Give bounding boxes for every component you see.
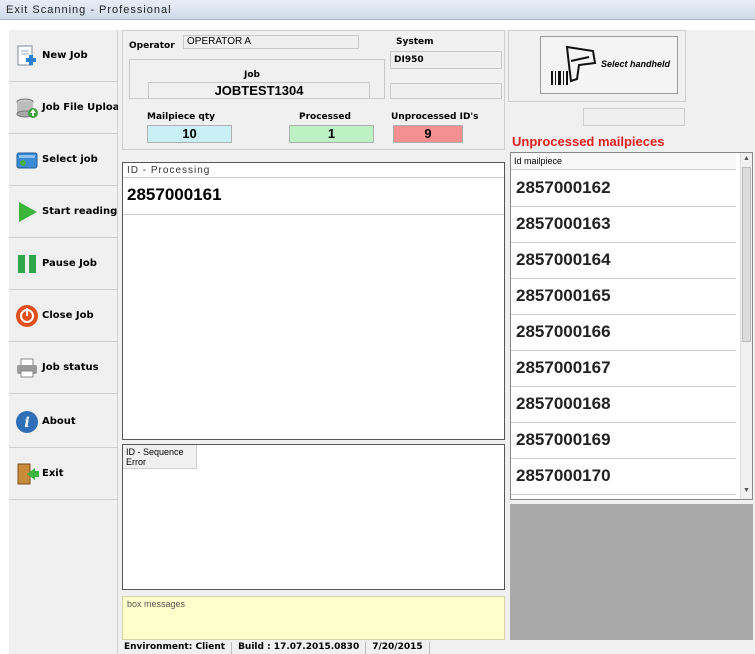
unprocessed-list: Id mailpiece 2857000162 2857000163 28570… [510,152,753,500]
play-icon [15,200,39,224]
system-label: System [396,37,434,47]
current-id-value: 2857000161 [127,185,222,204]
about-button[interactable]: i About [9,396,118,448]
main-area: Operator OPERATOR A System DI950 Job JOB… [118,30,508,654]
job-status-label: Job status [42,362,99,373]
list-item-id: 2857000167 [516,358,611,377]
sequence-error-panel: ID - Sequence Error [122,444,505,590]
start-reading-button[interactable]: Start reading [9,186,118,238]
job-file-upload-button[interactable]: Job File Upload [9,82,127,134]
new-job-button[interactable]: New Job [9,30,118,82]
new-job-label: New Job [42,50,88,61]
processed-label: Processed [299,112,351,122]
list-item[interactable]: 2857000164 [511,243,736,279]
messages-box: box messages [122,596,505,640]
close-job-label: Close Job [42,310,94,321]
select-handheld-button[interactable]: Select handheld [540,36,678,94]
select-handheld-label: Select handheld [601,59,671,69]
list-item-id: 2857000169 [516,430,611,449]
list-item[interactable]: 2857000165 [511,279,736,315]
select-job-label: Select job [42,154,98,165]
list-item[interactable]: 2857000167 [511,351,736,387]
processed-value: 1 [289,125,374,143]
system-extra-field [390,83,502,99]
system-field: DI950 [390,51,502,69]
status-date: 7/20/2015 [366,642,430,654]
list-item-id: 2857000162 [516,178,611,197]
operator-value: OPERATOR A [187,36,252,47]
system-value: DI950 [394,55,424,65]
sidebar: New Job Job File Upload Select job Start… [9,30,127,654]
list-item[interactable]: 2857000166 [511,315,736,351]
sequence-error-column-header[interactable]: ID - Sequence Error [123,445,197,469]
current-id-row[interactable]: 2857000161 [123,177,504,215]
close-job-button[interactable]: Close Job [9,290,118,342]
info-icon: i [15,410,39,434]
handheld-status-field [583,108,685,126]
list-item-id: 2857000168 [516,394,611,413]
pause-job-label: Pause Job [42,258,97,269]
unprocessed-mailpieces-title: Unprocessed mailpieces [512,134,665,149]
sequence-error-header-line1: ID - Sequence [126,447,184,457]
id-processing-caption: ID - Processing [127,165,211,176]
list-item[interactable]: 2857000169 [511,423,736,459]
job-status-button[interactable]: Job status [9,342,118,394]
select-job-button[interactable]: Select job [9,134,118,186]
select-job-icon [15,148,39,172]
status-build: Build : 17.07.2015.0830 [232,642,367,654]
empty-gray-area [510,504,753,640]
unprocessed-ids-value: 9 [393,125,463,143]
list-item-id: 2857000166 [516,322,611,341]
exit-door-icon [15,462,39,486]
operator-label: Operator [129,41,175,51]
right-column: Select handheld Unprocessed mailpieces I… [508,30,755,654]
status-bar: Environment: Client Build : 17.07.2015.0… [118,642,430,654]
list-item[interactable]: 2857000170 [511,459,736,495]
operator-field: OPERATOR A [183,35,359,49]
title-bar: Exit Scanning - Professional [0,0,755,20]
job-box: Job JOBTEST1304 [129,59,385,99]
list-item-id: 2857000163 [516,214,611,233]
scroll-down-icon[interactable]: ▼ [743,487,750,494]
pause-job-button[interactable]: Pause Job [9,238,118,290]
job-label: Job [244,70,260,80]
power-icon [15,304,39,328]
exit-label: Exit [42,468,64,479]
list-item-id: 2857000170 [516,466,611,485]
list-item-id: 2857000164 [516,250,611,269]
printer-icon [15,356,39,380]
list-item-id: 2857000165 [516,286,611,305]
list-item[interactable]: 2857000163 [511,207,736,243]
id-mailpiece-column-header[interactable]: Id mailpiece [511,153,736,170]
mailpiece-qty-label: Mailpiece qty [147,112,216,122]
job-info-group: Operator OPERATOR A System DI950 Job JOB… [122,30,505,150]
id-processing-panel: ID - Processing 2857000161 [122,162,505,440]
scroll-up-icon[interactable]: ▲ [743,155,750,162]
job-file-upload-label: Job File Upload [42,102,127,113]
sequence-error-header-line2: Error [126,457,146,467]
messages-caption: box messages [127,599,186,609]
mailpiece-qty-value: 10 [147,125,232,143]
database-upload-icon [15,96,39,120]
scrollbar-thumb[interactable] [742,167,751,342]
about-label: About [42,416,76,427]
exit-button[interactable]: Exit [9,448,118,500]
status-environment: Environment: Client [118,642,233,654]
unprocessed-ids-label: Unprocessed ID's [391,112,479,122]
list-item[interactable]: 2857000162 [511,171,736,207]
list-scrollbar[interactable]: ▲ ▼ [740,153,752,499]
pause-icon [15,252,39,276]
window-title: Exit Scanning - Professional [6,4,172,16]
barcode-scanner-icon [549,41,609,91]
new-job-icon [15,44,39,68]
start-reading-label: Start reading [42,206,118,217]
job-value: JOBTEST1304 [148,82,370,99]
list-item[interactable]: 2857000168 [511,387,736,423]
svg-text:i: i [24,415,29,431]
